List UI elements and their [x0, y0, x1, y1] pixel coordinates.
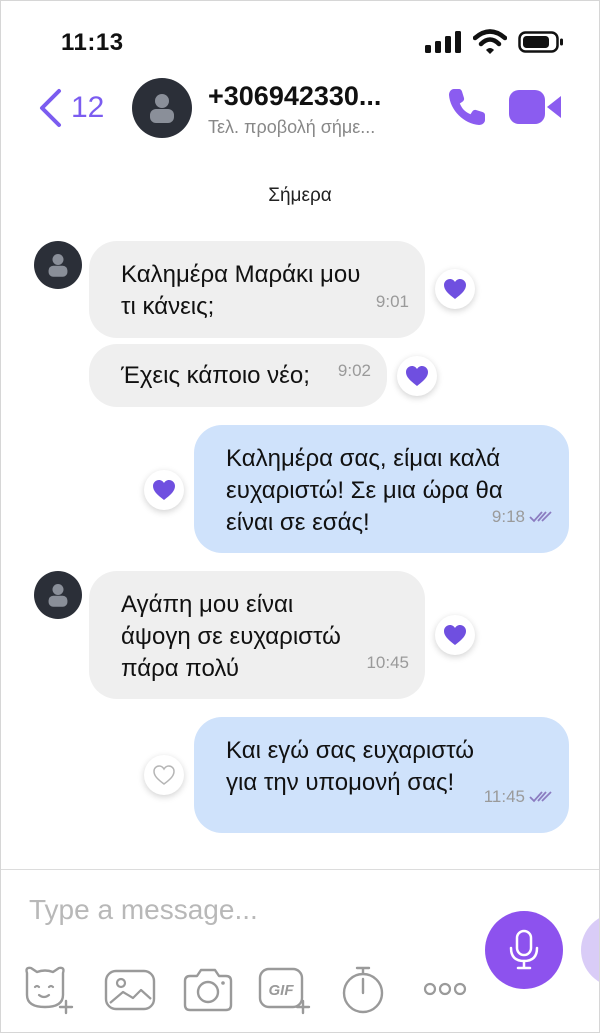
heart-outline-icon [153, 765, 175, 785]
message-time: 11:45 [483, 787, 525, 806]
message-time: 9:01 [375, 292, 409, 311]
chat-header: 12 +306942330... Τελ. προβολή σήμε... [1, 73, 599, 145]
timer-icon[interactable] [339, 965, 393, 1015]
message-meta: 9:02 [338, 355, 371, 387]
message-text: Καλημέρα Μαράκι μου τι κάνεις; [121, 261, 361, 320]
message-time: 10:45 [366, 653, 409, 672]
sticker-add-icon[interactable] [21, 965, 75, 1015]
message-meta: 9:01 [376, 286, 409, 318]
unread-count: 12 [71, 91, 105, 124]
message-composer: GIF [1, 869, 599, 1032]
message-meta: 11:45 [484, 781, 553, 813]
battery-icon [518, 31, 563, 53]
chat-screen: 11:13 12 +306942330... Τελ. προβολή σήμε… [0, 0, 600, 1033]
gif-label: GIF [269, 982, 295, 999]
contact-avatar[interactable] [132, 78, 192, 138]
like-button[interactable] [435, 269, 475, 309]
more-icon[interactable] [419, 965, 473, 1015]
like-button[interactable] [435, 615, 475, 655]
message-time: 9:18 [491, 507, 525, 526]
message-bubble-outgoing[interactable]: Καλημέρα σας, είμαι καλά ευχαριστώ! Σε μ… [194, 425, 569, 553]
back-button[interactable]: 12 [37, 87, 117, 129]
date-separator: Σήμερα [268, 185, 332, 206]
signal-icon [425, 31, 461, 53]
voice-message-button[interactable] [485, 911, 563, 989]
message-meta: 10:45 [366, 647, 409, 679]
message-bubble-incoming[interactable]: Έχεις κάποιο νέο; 9:02 [89, 344, 387, 407]
heart-filled-icon [444, 625, 466, 645]
last-seen-status: Τελ. προβολή σήμε... [208, 117, 376, 137]
sender-avatar[interactable] [34, 571, 82, 619]
read-double-check-icon [529, 511, 552, 523]
like-button[interactable] [144, 470, 184, 510]
user-silhouette-icon [150, 94, 174, 123]
message-time: 9:02 [337, 361, 371, 380]
read-double-check-icon [529, 791, 552, 803]
like-button[interactable] [144, 755, 184, 795]
user-silhouette-icon [48, 254, 68, 277]
heart-filled-icon [153, 480, 175, 500]
message-text: Έχεις κάποιο νέο; [121, 362, 310, 389]
secondary-action-button[interactable] [581, 913, 599, 987]
heart-filled-icon [444, 279, 466, 299]
microphone-icon [509, 929, 539, 970]
wifi-icon [473, 29, 507, 54]
status-bar: 11:13 [1, 1, 599, 73]
heart-filled-icon [406, 366, 428, 386]
gif-add-icon[interactable]: GIF [257, 965, 311, 1015]
phone-call-icon[interactable] [445, 85, 489, 129]
message-bubble-incoming[interactable]: Αγάπη μου είναι άψογη σε ευχαριστώ πάρα … [89, 571, 425, 699]
chevron-left-icon [40, 89, 61, 127]
like-button[interactable] [397, 356, 437, 396]
video-call-icon[interactable] [508, 87, 562, 127]
contact-name[interactable]: +306942330... [208, 81, 413, 112]
user-silhouette-icon [48, 584, 68, 607]
status-time: 11:13 [61, 29, 124, 56]
message-input[interactable] [29, 890, 459, 930]
gallery-icon[interactable] [103, 965, 157, 1015]
message-meta: 9:18 [492, 501, 553, 533]
message-bubble-incoming[interactable]: Καλημέρα Μαράκι μου τι κάνεις; 9:01 [89, 241, 425, 338]
sender-avatar[interactable] [34, 241, 82, 289]
message-text: Αγάπη μου είναι άψογη σε ευχαριστώ πάρα … [121, 591, 341, 682]
message-bubble-outgoing[interactable]: Και εγώ σας ευχαριστώ για την υπομονή σα… [194, 717, 569, 833]
camera-icon[interactable] [181, 965, 235, 1015]
